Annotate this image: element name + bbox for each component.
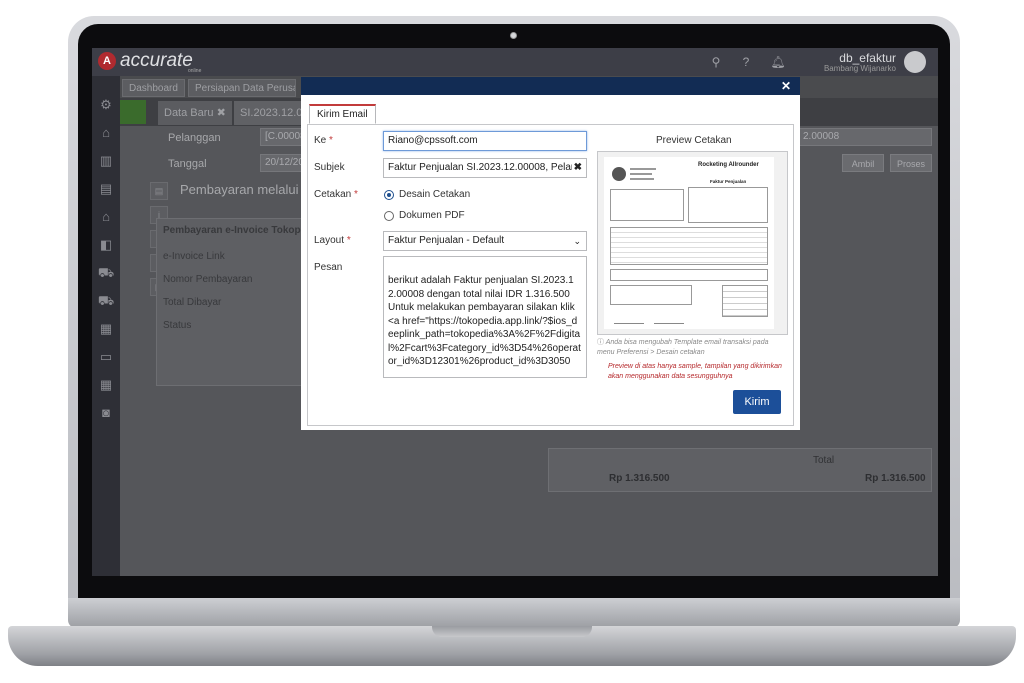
laptop-bottom-bezel [68,598,960,628]
preview-title: Preview Cetakan [656,135,732,146]
app-logo-text: accurate [120,50,193,71]
message-textarea[interactable]: berikut adalah Faktur penjualan SI.2023.… [383,256,587,378]
cart-icon[interactable]: ⛟ [97,264,115,282]
preview-signature-box [610,285,692,305]
payment-panel-title: Pembayaran melalui Sm [180,182,300,197]
einvoice-link-label: e-Invoice Link [163,251,225,262]
subtotal-value: Rp 1.316.500 [609,473,670,484]
tab-si-2023[interactable]: SI.2023.12.00 [234,101,304,125]
subject-text: Faktur Penjualan SI.2023.12.00008, Pelar [388,162,575,173]
app-logo-sub: online [188,68,202,74]
tab-dashboard[interactable]: Dashboard [122,79,185,97]
bank-icon[interactable]: ⌂ [97,208,115,226]
total-dibayar-label: Total Dibayar [163,297,222,308]
preview-line [630,173,652,175]
app-header: A accurate online ⚲ ? 🔔︎ db_efaktur Bamb… [92,48,938,76]
preview-warning: Preview di atas hanya sample, tampilan y… [608,363,782,380]
camera-dot [510,32,517,39]
dialog-title-bar: ✕ [301,77,800,95]
radio-desain-cetakan[interactable] [384,190,394,200]
to-field[interactable]: Riano@cpssoft.com [383,131,587,151]
accurate-logo-icon: A [98,52,116,70]
search-icon[interactable]: ⚲ [708,54,724,70]
kirim-email-dialog: ✕ Kirim Email Ke * Riano@cpssoft.com Sub… [301,77,800,430]
cashier-icon[interactable]: ▭ [97,348,115,366]
preview-customer-box [610,189,684,221]
print-label: Cetakan * [314,189,358,200]
pelanggan-label: Pelanggan [168,132,221,144]
preview-sign-line [614,323,644,324]
preview-totals [722,285,768,317]
ambil-button[interactable]: Ambil [842,154,884,172]
info-icon: ⓘ [597,339,604,346]
subject-label: Subjek [314,162,345,173]
clear-icon[interactable]: ✖ [571,159,582,177]
preview-sign-line [654,323,684,324]
tab-persiapan-data[interactable]: Persiapan Data Perusaha [188,79,296,97]
totals-box: Total Rp 1.316.500 Rp 1.316.500 [548,448,932,492]
tab-kirim-email[interactable]: Kirim Email [309,104,376,124]
radio-dokumen-pdf[interactable] [384,211,394,221]
dialog-body: Ke * Riano@cpssoft.com Subjek Faktur Pen… [307,124,794,426]
template-note: ⓘ Anda bisa mengubah Template email tran… [597,339,769,356]
company-icon[interactable]: ⌂ [97,124,115,142]
sidebar: ⚙ ⌂ ▥ ▤ ⌂ ◧ ⛟ ⛟ ▦ ▭ ▦ ◙ [92,76,120,576]
preview-items-table [610,227,768,265]
total-label: Total [813,455,835,466]
building-icon[interactable]: ▥ [97,152,115,170]
layout-value: Faktur Penjualan - Default [388,235,505,246]
preview-info-box [688,187,768,223]
database-name[interactable]: db_efaktur [839,51,896,65]
list-icon[interactable] [120,100,146,124]
user-name: Bambang Wijanarko [823,64,896,73]
layout-label: Layout * [314,235,351,246]
subject-field[interactable]: Faktur Penjualan SI.2023.12.00008, Pelar… [383,158,587,178]
radio-desain-cetakan-label[interactable]: Desain Cetakan [399,189,470,200]
report-icon[interactable]: ◙ [97,404,115,422]
settings-icon[interactable]: ⚙ [97,96,115,114]
preview-logo [612,167,626,181]
avatar[interactable] [904,51,926,73]
help-icon[interactable]: ? [738,54,754,70]
bell-icon[interactable]: 🔔︎ [770,54,786,70]
send-button[interactable]: Kirim [733,390,781,414]
preview-line [630,178,654,180]
to-label: Ke * [314,135,333,146]
tab-data-baru[interactable]: Data Baru ✖ [158,101,232,125]
right-field[interactable]: 2.00008 [798,128,932,146]
document-icon[interactable]: ▤ [97,180,115,198]
tanggal-label: Tanggal [168,158,207,170]
calculator-icon[interactable]: ▦ [97,376,115,394]
doc-side-icon[interactable]: ▤ [150,182,168,200]
status-label: Status [163,320,192,331]
factory-icon[interactable]: ▦ [97,320,115,338]
preview-doc-title: Rocketing Allrounder [698,162,759,168]
close-icon[interactable]: ✕ [781,79,791,93]
preview-image: Rocketing Allrounder Faktur Penjualan [597,151,788,335]
preview-doc-subtitle: Faktur Penjualan [710,179,747,184]
nomor-pembayaran-label: Nomor Pembayaran [163,274,253,285]
chevron-down-icon: ⌄ [573,236,581,246]
layout-select[interactable]: Faktur Penjualan - Default ⌄ [383,231,587,251]
truck-icon[interactable]: ⛟ [97,292,115,310]
total-value: Rp 1.316.500 [865,473,926,484]
preview-line [630,168,656,170]
bag-icon[interactable]: ◧ [97,236,115,254]
proses-button[interactable]: Proses [890,154,932,172]
message-label: Pesan [314,262,343,273]
payment-section-header: Pembayaran e-Invoice Tokop [163,225,301,236]
laptop-notch [432,626,592,637]
preview-document: Rocketing Allrounder Faktur Penjualan [604,157,774,329]
preview-notes [610,269,768,281]
radio-dokumen-pdf-label[interactable]: Dokumen PDF [399,210,465,221]
